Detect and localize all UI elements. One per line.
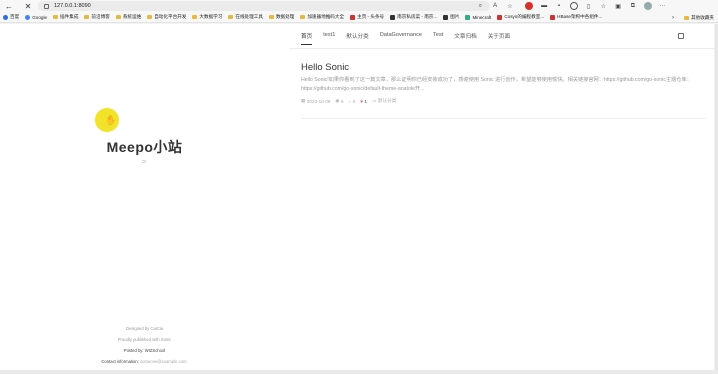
bookmark-item[interactable]: Google <box>25 14 47 20</box>
other-bookmarks[interactable]: 其他收藏夹 <box>684 12 714 22</box>
favorites-icon[interactable]: ☆ <box>599 2 607 10</box>
nav-item-default-category[interactable]: 默认分类 <box>346 32 368 45</box>
search-icon[interactable] <box>678 33 684 39</box>
bookmark-folder[interactable]: 自动化平台开发 <box>147 14 186 20</box>
extension-icon[interactable]: ▪ <box>555 2 563 10</box>
folder-icon: ▭ <box>372 98 377 103</box>
extension-icon[interactable] <box>525 2 534 10</box>
nav-item-home[interactable]: 首页 <box>301 32 313 45</box>
main-content: 首页 test1 默认分类 DataGovernance Test 文章归档 关… <box>289 24 714 370</box>
post-category[interactable]: ▭ 默认分类 <box>372 98 396 104</box>
google-icon <box>25 14 31 20</box>
baidu-icon <box>3 14 8 20</box>
site-icon <box>390 14 396 20</box>
contact-label: Contact information: <box>101 359 139 364</box>
nav-item-about[interactable]: 关于页面 <box>488 32 510 45</box>
browser-toolbar: ← ✕ 127.0.0.1:8090 ⌕ A ☆ ▬ ▪ ▯ ☆ ▣ ⧉ ··· <box>0 0 718 12</box>
folder-icon <box>684 15 689 20</box>
comment-icon: ○ <box>348 98 352 104</box>
split-screen-icon[interactable]: ▯ <box>585 2 593 10</box>
address-bar[interactable]: 127.0.0.1:8090 <box>38 1 490 11</box>
hand-icon: ✋ <box>105 115 117 125</box>
site-title: Meepo小站 <box>106 139 183 155</box>
page-scrollbar[interactable] <box>714 24 718 370</box>
folder-icon <box>147 15 153 19</box>
nav-item-test[interactable]: Test <box>433 32 443 45</box>
bookmark-item[interactable]: Cosyo的编程教室... <box>497 14 544 20</box>
sidebar-footer: Designed by CaiCai Proudly published wit… <box>0 323 289 367</box>
bookmark-item[interactable]: 百度 <box>3 14 19 20</box>
toutiao-icon <box>350 14 356 20</box>
info-icon[interactable] <box>44 3 49 9</box>
folder-icon <box>115 15 121 19</box>
extension-icon[interactable] <box>569 2 578 10</box>
bookmark-folder[interactable]: 插件集成 <box>53 14 78 20</box>
address-text: 127.0.0.1:8090 <box>54 3 91 9</box>
post-excerpt: Hello Sonic!如果你看到了这一篇文章，那么证明你已经安装成功了，感谢使… <box>301 77 692 92</box>
bookmark-folder[interactable]: 加速器地推码大全 <box>300 14 344 20</box>
folder-icon <box>192 15 198 19</box>
folder-icon <box>228 15 234 19</box>
extensions-bar: ▬ ▪ ▯ ☆ ▣ ⧉ ··· <box>522 1 670 11</box>
profile-avatar[interactable] <box>643 2 652 10</box>
address-actions: ⌕ A ☆ <box>473 1 517 11</box>
post-title[interactable]: Hello Sonic <box>301 62 349 73</box>
bookmark-item[interactable]: 主页 - 头条号 <box>350 14 384 20</box>
bookmark-folder[interactable]: 数据处理 <box>268 14 294 20</box>
sidebar: ✋ Meepo小站 ⊃ Designed by CaiCai Proudly p… <box>0 24 289 370</box>
bookmark-item[interactable]: 图片 <box>443 14 459 20</box>
bookmark-folder[interactable]: 系统运维 <box>115 14 141 20</box>
bookmark-folder[interactable]: 大数据学习 <box>192 14 222 20</box>
heart-icon: ♥ <box>360 98 363 104</box>
eye-icon: ◉ <box>335 98 340 103</box>
read-aloud-icon[interactable]: A <box>491 2 499 10</box>
bookmarks-bar: 百度 Google 插件集成 前沿博客 系统运维 自动化平台开发 大数据学习 在… <box>0 12 718 23</box>
bookmark-item[interactable]: 南京私房菜 - 南京... <box>390 14 437 20</box>
calendar-icon: ▦ <box>301 98 306 103</box>
post-meta: ▦ 2023-10-09 ◉ 6 ○ 0 ♥ 1 ▭ 默认分类 <box>301 98 401 104</box>
minecraft-icon <box>465 14 471 20</box>
collections-icon[interactable]: ▣ <box>614 2 622 10</box>
site-logo[interactable]: ✋ <box>95 108 119 132</box>
published-with: Proudly published with Sonic <box>117 337 172 342</box>
rss-icon[interactable]: ⊃ <box>141 159 147 165</box>
close-icon[interactable]: ✕ <box>22 0 34 12</box>
bookmark-item[interactable]: Minecraft <box>465 14 491 20</box>
back-icon[interactable]: ← <box>3 0 15 12</box>
post-divider <box>301 118 706 119</box>
window-bottom-edge <box>0 370 718 374</box>
image-icon <box>443 14 449 20</box>
contact-email[interactable]: someone@example.com. <box>140 359 188 364</box>
site-icon <box>497 14 503 20</box>
post-comments: ○ 0 <box>348 98 356 104</box>
nav-divider <box>289 48 714 49</box>
bookmark-item[interactable]: HBase架构中各组件... <box>550 14 602 20</box>
folder-icon <box>84 15 90 19</box>
chevron-right-icon[interactable]: › <box>672 12 674 22</box>
bookmark-folder[interactable]: 在线处理工具 <box>228 14 263 20</box>
extensions-icon[interactable]: ⧉ <box>629 2 637 10</box>
more-menu-icon[interactable]: ··· <box>658 2 666 10</box>
scrollbar-thumb[interactable] <box>714 24 718 370</box>
designed-by: Designed by CaiCai <box>125 326 163 331</box>
post-views: ◉ 6 <box>335 98 344 104</box>
nav-item-test1[interactable]: test1 <box>323 32 335 45</box>
post-likes[interactable]: ♥ 1 <box>360 99 367 104</box>
bookmark-folder[interactable]: 前沿博客 <box>84 14 110 20</box>
folder-icon <box>53 15 59 19</box>
site-icon <box>550 14 556 20</box>
posted-by: Posted by: WIZSchool <box>123 348 166 353</box>
page-viewport: ✋ Meepo小站 ⊃ Designed by CaiCai Proudly p… <box>0 24 714 370</box>
folder-icon <box>300 15 306 19</box>
post-date: ▦ 2023-10-09 <box>301 98 331 104</box>
extension-icon[interactable]: ▬ <box>540 2 548 10</box>
star-icon[interactable]: ☆ <box>506 2 514 10</box>
folder-icon <box>268 15 274 19</box>
nav-item-datagovernance[interactable]: DataGovernance <box>380 32 422 45</box>
top-nav: 首页 test1 默认分类 DataGovernance Test 文章归档 关… <box>301 32 521 45</box>
nav-item-archives[interactable]: 文章归档 <box>454 32 476 45</box>
contact-info: Contact information: someone@example.com… <box>0 356 289 367</box>
search-icon[interactable]: ⌕ <box>476 2 484 10</box>
